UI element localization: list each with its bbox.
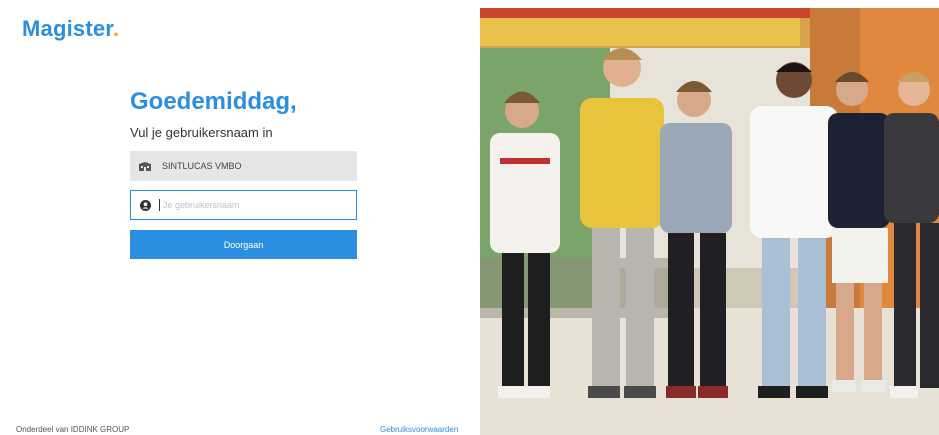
login-panel: Magister. Goedemiddag, Vul je gebruikers… bbox=[6, 8, 480, 435]
students-hero-image bbox=[480, 8, 939, 435]
continue-button[interactable]: Doorgaan bbox=[130, 230, 357, 259]
footer-group-text: Onderdeel van IDDINK GROUP bbox=[16, 425, 130, 434]
user-icon bbox=[139, 199, 151, 211]
school-selector[interactable]: SINTLUCAS VMBO bbox=[130, 151, 357, 181]
greeting-heading: Goedemiddag, bbox=[130, 88, 297, 115]
window-top-edge bbox=[0, 0, 939, 8]
school-building-icon bbox=[138, 161, 152, 171]
magister-logo: Magister. bbox=[22, 16, 120, 41]
username-field[interactable] bbox=[130, 190, 357, 220]
school-name: SINTLUCAS VMBO bbox=[162, 161, 242, 171]
username-input[interactable] bbox=[163, 200, 353, 210]
text-caret bbox=[159, 199, 160, 211]
terms-link[interactable]: Gebruiksvoorwaarden bbox=[380, 425, 458, 434]
username-instruction: Vul je gebruikersnaam in bbox=[130, 125, 273, 140]
